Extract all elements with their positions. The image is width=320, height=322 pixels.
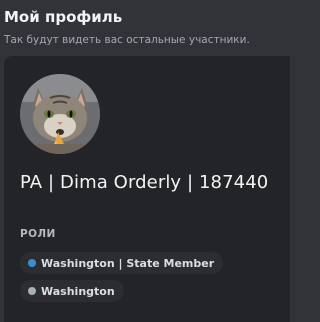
role-color-dot xyxy=(28,287,36,295)
page-header: Мой профиль Так будут видеть вас остальн… xyxy=(4,8,288,47)
roles-heading: РОЛИ xyxy=(20,228,56,240)
role-chip-washington-state-member[interactable]: Washington | State Member xyxy=(20,252,224,274)
page-title: Мой профиль xyxy=(4,8,123,26)
page-subtitle: Так будут видеть вас остальные участники… xyxy=(4,34,250,46)
cat-avatar-icon[interactable] xyxy=(20,74,100,154)
role-name: Washington | State Member xyxy=(41,256,215,270)
role-name: Washington xyxy=(41,284,115,298)
role-color-dot xyxy=(28,259,36,267)
profile-card: PA | Dima Orderly | 187440 РОЛИ Washingt… xyxy=(4,56,290,322)
role-chip-washington[interactable]: Washington xyxy=(20,280,124,302)
profile-username: PA | Dima Orderly | 187440 xyxy=(20,172,269,193)
